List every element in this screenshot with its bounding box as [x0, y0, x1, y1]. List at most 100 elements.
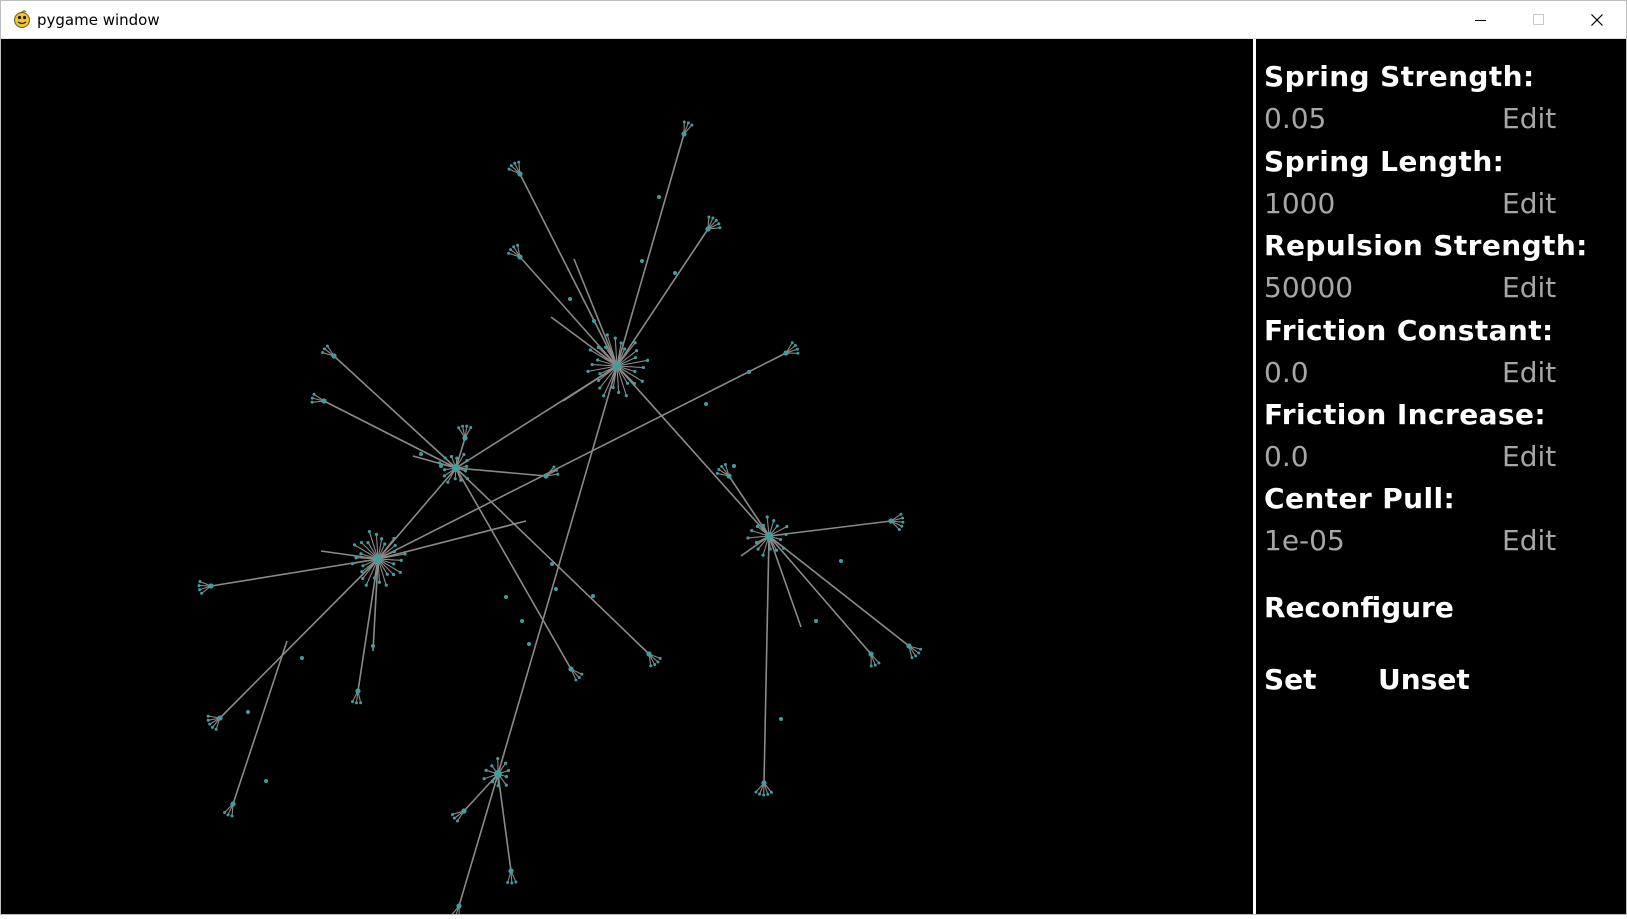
- graph-node[interactable]: [361, 564, 364, 567]
- graph-node[interactable]: [246, 710, 250, 714]
- graph-node[interactable]: [724, 463, 727, 466]
- graph-node[interactable]: [469, 426, 472, 429]
- graph-node[interactable]: [380, 537, 383, 540]
- graph-node[interactable]: [323, 347, 326, 350]
- graph-node[interactable]: [617, 391, 620, 394]
- graph-node[interactable]: [646, 651, 651, 656]
- graph-node[interactable]: [779, 717, 783, 721]
- graph-node[interactable]: [455, 457, 458, 460]
- graph-node[interactable]: [207, 715, 210, 718]
- friction-increase-edit-button[interactable]: Edit: [1502, 443, 1556, 471]
- graph-node[interactable]: [217, 715, 222, 720]
- graph-node[interactable]: [508, 168, 511, 171]
- graph-node[interactable]: [465, 465, 468, 468]
- graph-node[interactable]: [512, 245, 515, 248]
- graph-node[interactable]: [507, 769, 510, 772]
- graph-node[interactable]: [720, 465, 723, 468]
- graph-node[interactable]: [614, 336, 617, 339]
- graph-node[interactable]: [506, 881, 509, 884]
- graph-node[interactable]: [497, 784, 500, 787]
- graph-node[interactable]: [750, 529, 753, 532]
- graph-node[interactable]: [439, 464, 443, 468]
- graph-node[interactable]: [554, 587, 558, 591]
- unset-button[interactable]: Unset: [1378, 666, 1470, 694]
- graph-node[interactable]: [461, 425, 464, 428]
- graph-node[interactable]: [598, 372, 601, 375]
- graph-node[interactable]: [769, 547, 772, 550]
- graph-node[interactable]: [485, 769, 488, 772]
- graph-node[interactable]: [598, 386, 601, 389]
- graph-node[interactable]: [772, 519, 775, 522]
- graph-node[interactable]: [770, 791, 773, 794]
- graph-node[interactable]: [368, 530, 371, 533]
- graph-node[interactable]: [351, 562, 354, 565]
- graph-node[interactable]: [509, 248, 512, 251]
- spring-strength-edit-button[interactable]: Edit: [1502, 105, 1556, 133]
- graph-node[interactable]: [641, 380, 644, 383]
- graph-node[interactable]: [373, 576, 376, 579]
- graph-node[interactable]: [640, 259, 644, 263]
- graph-node[interactable]: [393, 550, 396, 553]
- force-directed-graph[interactable]: [1, 39, 1253, 914]
- title-bar[interactable]: pygame window: [1, 1, 1626, 39]
- graph-node[interactable]: [374, 555, 382, 563]
- graph-node[interactable]: [746, 536, 749, 539]
- graph-node[interactable]: [454, 477, 457, 480]
- graph-node[interactable]: [711, 217, 714, 220]
- minimize-button[interactable]: [1452, 1, 1510, 39]
- graph-node[interactable]: [207, 719, 210, 722]
- graph-node[interactable]: [783, 350, 788, 355]
- graph-node[interactable]: [200, 592, 203, 595]
- graph-node[interactable]: [517, 161, 520, 164]
- graph-node[interactable]: [355, 688, 360, 693]
- spring-length-edit-button[interactable]: Edit: [1502, 190, 1556, 218]
- graph-node[interactable]: [504, 595, 508, 599]
- graph-node[interactable]: [355, 701, 358, 704]
- graph-node[interactable]: [491, 780, 494, 783]
- graph-node[interactable]: [450, 455, 453, 458]
- graph-node[interactable]: [383, 542, 386, 545]
- graph-node[interactable]: [898, 528, 901, 531]
- graph-node[interactable]: [901, 521, 904, 524]
- graph-node[interactable]: [353, 543, 356, 546]
- graph-node[interactable]: [198, 580, 201, 583]
- graph-node[interactable]: [375, 533, 378, 536]
- graph-node[interactable]: [459, 479, 462, 482]
- graph-node[interactable]: [620, 341, 623, 344]
- graph-node[interactable]: [784, 533, 787, 536]
- graph-node[interactable]: [462, 453, 465, 456]
- graph-node[interactable]: [392, 562, 395, 565]
- graph-node[interactable]: [392, 537, 395, 540]
- graph-node[interactable]: [443, 474, 446, 477]
- graph-node[interactable]: [732, 464, 736, 468]
- graph-node[interactable]: [510, 881, 513, 884]
- graph-node[interactable]: [513, 162, 516, 165]
- graph-node[interactable]: [198, 584, 201, 587]
- graph-node[interactable]: [707, 216, 710, 219]
- graph-node[interactable]: [399, 571, 402, 574]
- graph-node[interactable]: [321, 398, 326, 403]
- graph-node[interactable]: [633, 382, 636, 385]
- graph-node[interactable]: [597, 379, 600, 382]
- graph-node[interactable]: [446, 481, 449, 484]
- graph-node[interactable]: [690, 123, 693, 126]
- graph-node[interactable]: [568, 666, 573, 671]
- graph-node[interactable]: [634, 341, 637, 344]
- graph-node[interactable]: [715, 219, 718, 222]
- graph-node[interactable]: [313, 393, 316, 396]
- graph-node[interactable]: [394, 544, 397, 547]
- graph-node[interactable]: [653, 663, 656, 666]
- graph-node[interactable]: [717, 222, 720, 225]
- graph-node[interactable]: [726, 473, 731, 478]
- graph-node[interactable]: [507, 252, 510, 255]
- graph-node[interactable]: [704, 402, 708, 406]
- graph-node[interactable]: [613, 362, 621, 370]
- graph-node[interactable]: [874, 664, 877, 667]
- maximize-button[interactable]: [1510, 1, 1568, 39]
- graph-node[interactable]: [673, 271, 677, 275]
- graph-node[interactable]: [589, 348, 592, 351]
- graph-node[interactable]: [642, 366, 645, 369]
- graph-node[interactable]: [392, 573, 395, 576]
- graph-node[interactable]: [505, 775, 508, 778]
- graph-node[interactable]: [591, 363, 594, 366]
